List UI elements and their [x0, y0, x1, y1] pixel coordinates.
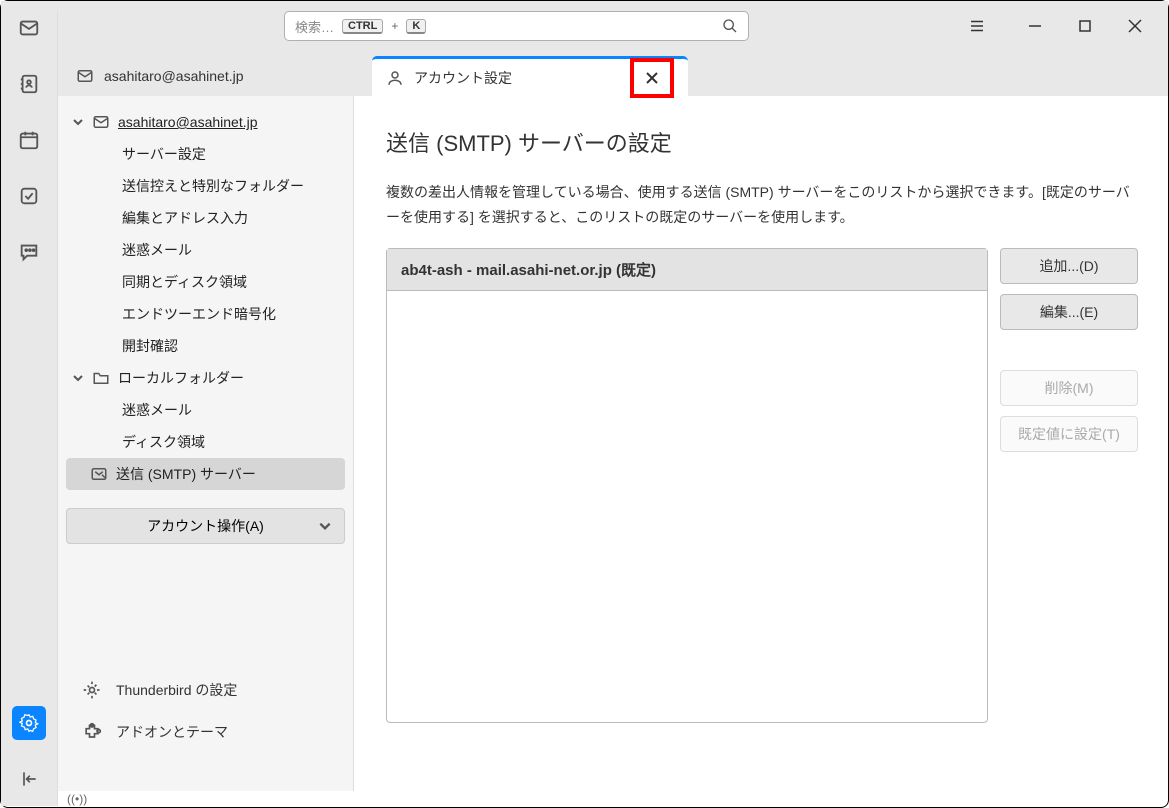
chat-icon[interactable]: [12, 235, 46, 269]
tab-close-button[interactable]: [630, 58, 674, 98]
chevron-down-icon: [72, 116, 84, 128]
search-icon[interactable]: [722, 18, 738, 34]
chevron-down-icon: [318, 519, 332, 533]
sidebar-item-copies[interactable]: 送信控えと特別なフォルダー: [66, 170, 345, 202]
kbd-k: K: [406, 19, 426, 34]
chevron-down-icon: [72, 372, 84, 384]
sidebar-addons[interactable]: アドオンとテーマ: [70, 711, 341, 753]
remote-icon[interactable]: ((•)): [67, 792, 87, 806]
remove-button: 削除(M): [1000, 370, 1138, 406]
sidebar-thunderbird-settings[interactable]: Thunderbird の設定: [70, 669, 341, 711]
sidebar-item-smtp[interactable]: 送信 (SMTP) サーバー: [66, 458, 345, 490]
sidebar-item-junk[interactable]: 迷惑メール: [66, 234, 345, 266]
spaces-toolbar: [1, 11, 58, 806]
account-settings-icon: [386, 69, 404, 87]
address-book-icon[interactable]: [12, 67, 46, 101]
gear-icon: [82, 680, 102, 700]
minimize-button[interactable]: [1010, 6, 1060, 46]
status-bar: ((•)): [57, 790, 97, 807]
smtp-server-item[interactable]: ab4t-ash - mail.asahi-net.or.jp (既定): [387, 249, 987, 291]
set-default-button: 既定値に設定(T): [1000, 416, 1138, 452]
settings-panel: 送信 (SMTP) サーバーの設定 複数の差出人情報を管理している場合、使用する…: [354, 96, 1166, 791]
panel-title: 送信 (SMTP) サーバーの設定: [386, 126, 1138, 158]
collapse-icon[interactable]: [12, 762, 46, 796]
tab-account-settings[interactable]: アカウント設定: [372, 56, 688, 96]
account-tree: asahitaro@asahinet.jp サーバー設定 送信控えと特別なフォル…: [58, 96, 354, 791]
sidebar-item-local-junk[interactable]: 迷惑メール: [66, 394, 345, 426]
maximize-button[interactable]: [1060, 6, 1110, 46]
smtp-server-list[interactable]: ab4t-ash - mail.asahi-net.or.jp (既定): [386, 248, 988, 723]
sidebar-item-server[interactable]: サーバー設定: [66, 138, 345, 170]
tabs-row: asahitaro@asahinet.jp アカウント設定: [1, 51, 1168, 96]
sidebar-account[interactable]: asahitaro@asahinet.jp: [66, 106, 345, 138]
add-button[interactable]: 追加...(D): [1000, 248, 1138, 284]
sidebar-item-e2e[interactable]: エンドツーエンド暗号化: [66, 298, 345, 330]
smtp-icon: [90, 465, 108, 483]
tab-label: アカウント設定: [414, 68, 512, 88]
calendar-icon[interactable]: [12, 123, 46, 157]
app-menu-button[interactable]: [952, 6, 1002, 46]
account-email: asahitaro@asahinet.jp: [118, 114, 258, 130]
puzzle-icon: [82, 722, 102, 742]
tab-mail-account[interactable]: asahitaro@asahinet.jp: [62, 56, 372, 96]
sidebar-local-folders[interactable]: ローカルフォルダー: [66, 362, 345, 394]
mail-account-icon: [92, 113, 110, 131]
close-button[interactable]: [1110, 6, 1160, 46]
search-placeholder: 検索…: [295, 17, 334, 36]
local-folders-label: ローカルフォルダー: [118, 368, 244, 388]
sidebar-item-local-disk[interactable]: ディスク領域: [66, 426, 345, 458]
smtp-label: 送信 (SMTP) サーバー: [116, 464, 256, 484]
kbd-plus: +: [391, 19, 398, 33]
mail-account-icon: [76, 67, 94, 85]
sidebar-item-composition[interactable]: 編集とアドレス入力: [66, 202, 345, 234]
edit-button[interactable]: 編集...(E): [1000, 294, 1138, 330]
tab-label: asahitaro@asahinet.jp: [104, 68, 244, 84]
titlebar: 検索… CTRL + K: [1, 1, 1168, 51]
search-input[interactable]: 検索… CTRL + K: [284, 11, 749, 41]
account-actions-button[interactable]: アカウント操作(A): [66, 508, 345, 544]
tasks-icon[interactable]: [12, 179, 46, 213]
settings-icon[interactable]: [12, 706, 46, 740]
sidebar-item-sync[interactable]: 同期とディスク領域: [66, 266, 345, 298]
folder-icon: [92, 369, 110, 387]
kbd-ctrl: CTRL: [342, 19, 383, 34]
sidebar-item-receipts[interactable]: 開封確認: [66, 330, 345, 362]
panel-description: 複数の差出人情報を管理している場合、使用する送信 (SMTP) サーバーをこのリ…: [386, 180, 1138, 230]
mail-icon[interactable]: [12, 11, 46, 45]
